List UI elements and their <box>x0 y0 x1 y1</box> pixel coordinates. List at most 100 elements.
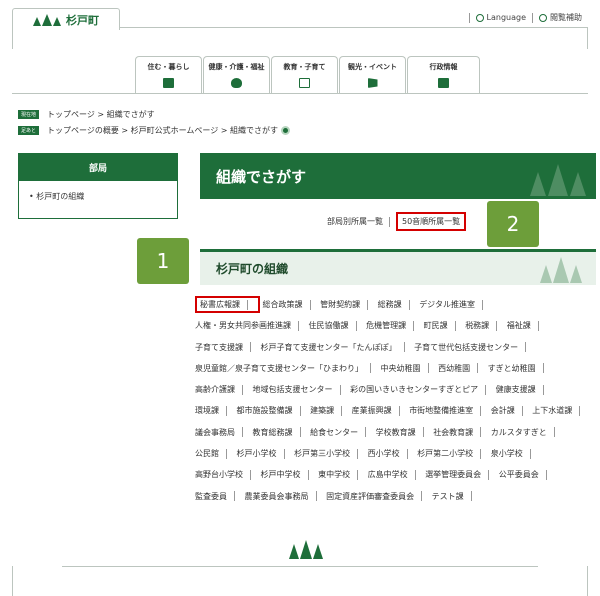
org-link[interactable]: 西小学校 <box>368 443 415 464</box>
house-icon <box>163 78 174 88</box>
footer-divider <box>62 566 538 567</box>
gnav-label: 観光・イベント <box>348 63 397 71</box>
tree-logo-icon <box>33 13 61 26</box>
org-link[interactable]: 福祉課 <box>507 315 546 336</box>
heart-hand-icon <box>231 78 242 88</box>
org-link[interactable]: 東中学校 <box>318 464 365 485</box>
sidebar: 部局 • 杉戸町の組織 <box>18 153 178 219</box>
footer-left-edge <box>12 566 13 596</box>
org-link[interactable]: 秘書広報課 <box>195 296 260 313</box>
org-link[interactable]: テスト課 <box>432 486 479 507</box>
sidebar-title: 部局 <box>19 154 177 181</box>
org-link[interactable]: デジタル推進室 <box>419 294 490 315</box>
gnav-living[interactable]: 住む・暮らし <box>135 56 202 94</box>
gnav-tourism[interactable]: 観光・イベント <box>339 56 406 94</box>
org-link[interactable]: 住民協働課 <box>309 315 364 336</box>
page-title-banner: 組織でさがす <box>200 153 596 199</box>
tab-department[interactable]: 部局別所属一覧 <box>327 216 383 227</box>
breadcrumb-current-path[interactable]: トップページ > 組織でさがす <box>47 109 155 120</box>
org-link[interactable]: 環境課 <box>195 400 234 421</box>
org-link[interactable]: 教育総務課 <box>253 422 308 443</box>
org-link[interactable]: 公平委員会 <box>499 464 554 485</box>
footer-right-edge <box>587 566 588 596</box>
gnav-label: 教育・子育て <box>283 63 326 71</box>
sidebar-item-label: 杉戸町の組織 <box>36 192 85 201</box>
org-link[interactable]: 彩の国いきいきセンターすぎとピア <box>350 379 493 400</box>
org-link[interactable]: 町民課 <box>424 315 463 336</box>
current-location-tag: 現在地 <box>18 110 40 119</box>
annotation-badge-2: 2 <box>487 201 539 247</box>
org-link[interactable]: 杉戸中学校 <box>261 464 316 485</box>
org-link[interactable]: 杉戸子育て支援センター「たんぽぽ」 <box>261 337 412 358</box>
org-link[interactable]: 学校教育課 <box>376 422 431 443</box>
org-link[interactable]: 産業振興課 <box>352 400 407 421</box>
org-link[interactable]: 地域包括支援センター <box>253 379 348 400</box>
sidebar-item-organization[interactable]: • 杉戸町の組織 <box>19 181 177 212</box>
language-link[interactable]: Language <box>487 13 526 22</box>
org-link[interactable]: 税務課 <box>465 315 504 336</box>
breadcrumb-trail: 足あと トップページの概要 > 杉戸町公式ホームページ > 組織でさがす <box>18 125 291 136</box>
org-link[interactable]: 選挙管理委員会 <box>425 464 496 485</box>
accessibility-link[interactable]: 閲覧補助 <box>550 12 582 23</box>
org-link[interactable]: 監査委員 <box>195 486 242 507</box>
building-icon <box>438 78 449 88</box>
org-link[interactable]: 高齢介護課 <box>195 379 250 400</box>
org-link[interactable]: 農業委員会事務局 <box>245 486 324 507</box>
org-link[interactable]: 杉戸第三小学校 <box>294 443 365 464</box>
annotation-badge-1: 1 <box>137 238 189 284</box>
org-link[interactable]: 給食センター <box>310 422 373 443</box>
listing-tabs: 部局別所属一覧 50音順所属一覧 <box>327 212 467 231</box>
notebook-icon <box>299 78 310 88</box>
utility-links: Language 閲覧補助 <box>463 12 582 23</box>
tab-syllabary[interactable]: 50音順所属一覧 <box>396 212 467 231</box>
org-link[interactable]: 泉小学校 <box>491 443 538 464</box>
org-link[interactable]: すぎと幼稚園 <box>488 358 551 379</box>
org-link[interactable]: 建築課 <box>310 400 349 421</box>
org-link[interactable]: 人権・男女共同参画推進課 <box>195 315 306 336</box>
gnav-divider <box>12 93 588 94</box>
gnav-label: 行政情報 <box>429 63 458 71</box>
organization-list: 秘書広報課 総合政策課 管財契約課 総務課 デジタル推進室 人権・男女共同参画推… <box>195 294 590 507</box>
gnav-education[interactable]: 教育・子育て <box>271 56 338 94</box>
section-header: 杉戸町の組織 <box>200 249 596 285</box>
org-link[interactable]: 固定資産評価審査委員会 <box>326 486 429 507</box>
accessibility-icon <box>539 13 547 22</box>
footer-tree-icon <box>289 540 323 559</box>
tab-separator <box>389 216 390 227</box>
org-link[interactable]: 西幼稚園 <box>438 358 485 379</box>
org-link[interactable]: 泉児童館／泉子育て支援センター「ひまわり」 <box>195 358 378 379</box>
header-left-edge <box>12 27 13 49</box>
site-logo[interactable]: 杉戸町 <box>12 8 120 30</box>
global-nav: 住む・暮らし 健康・介護・福祉 教育・子育て 観光・イベント 行政情報 <box>135 56 481 94</box>
org-link[interactable]: 議会事務局 <box>195 422 250 443</box>
org-link[interactable]: 杉戸第二小学校 <box>417 443 488 464</box>
gnav-health[interactable]: 健康・介護・福祉 <box>203 56 270 94</box>
org-link[interactable]: 市街地整備推進室 <box>409 400 488 421</box>
org-link[interactable]: 健康支援課 <box>496 379 551 400</box>
org-link[interactable]: 子育て支援課 <box>195 337 258 358</box>
footprint-tag: 足あと <box>18 126 40 135</box>
section-title: 杉戸町の組織 <box>216 262 289 276</box>
org-link[interactable]: 高野台小学校 <box>195 464 258 485</box>
org-link[interactable]: 中央幼稚園 <box>381 358 436 379</box>
org-link[interactable]: 総務課 <box>378 294 417 315</box>
org-link[interactable]: 社会教育課 <box>433 422 488 443</box>
org-link[interactable]: 広島中学校 <box>368 464 423 485</box>
org-link[interactable]: 総合政策課 <box>263 294 318 315</box>
org-link[interactable]: 危機管理課 <box>366 315 421 336</box>
gnav-label: 健康・介護・福祉 <box>208 63 265 71</box>
header-right-edge <box>587 27 588 49</box>
org-link[interactable]: 上下水道課 <box>532 400 587 421</box>
org-link[interactable]: 管財契約課 <box>320 294 375 315</box>
org-link[interactable]: カルスタすぎと <box>491 422 562 443</box>
org-link[interactable]: 会計課 <box>491 400 530 421</box>
gnav-administration[interactable]: 行政情報 <box>407 56 480 94</box>
page-title: 組織でさがす <box>216 167 307 186</box>
flag-icon <box>367 78 378 88</box>
org-link[interactable]: 杉戸小学校 <box>237 443 292 464</box>
breadcrumb-trail-path[interactable]: トップページの概要 > 杉戸町公式ホームページ > 組織でさがす <box>47 125 278 136</box>
org-link[interactable]: 公民館 <box>195 443 234 464</box>
org-link[interactable]: 都市施設整備課 <box>237 400 308 421</box>
site-logo-text: 杉戸町 <box>66 13 99 27</box>
org-link[interactable]: 子育て世代包括支援センター <box>414 337 533 358</box>
